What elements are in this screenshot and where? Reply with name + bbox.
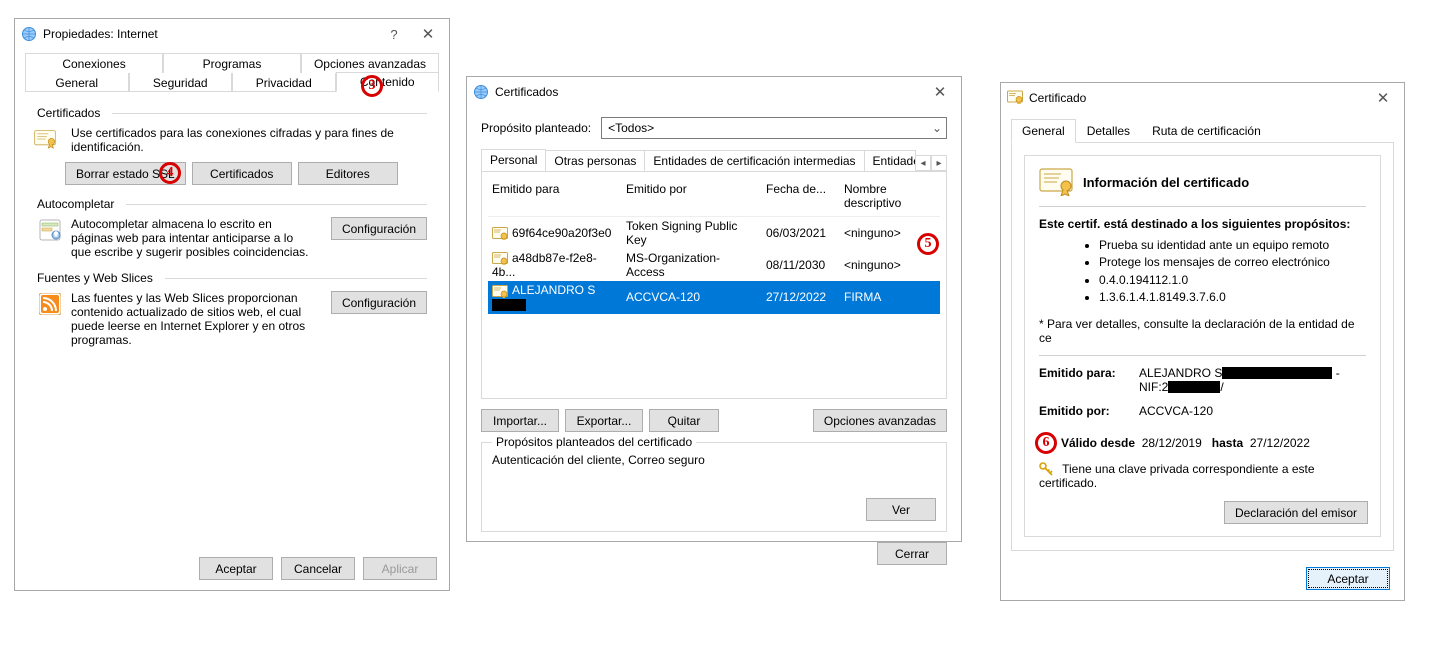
purposes-list: Prueba su identidad ante un equipo remot… xyxy=(1059,237,1366,307)
tab-opciones-avanzadas[interactable]: Opciones avanzadas xyxy=(301,53,439,73)
tab-conexiones[interactable]: Conexiones xyxy=(25,53,163,73)
purposes-text: Autenticación del cliente, Correo seguro xyxy=(492,453,936,467)
col-issued-to[interactable]: Emitido para xyxy=(488,180,622,212)
section-label-fuentes: Fuentes y Web Slices xyxy=(37,271,153,285)
titlebar: Certificados ✕ xyxy=(467,77,961,107)
globe-icon xyxy=(21,26,37,42)
certificados-desc: Use certificados para las conexiones cif… xyxy=(71,126,427,154)
tab-programas[interactable]: Programas xyxy=(163,53,301,73)
private-key-text: Tiene una clave privada correspondiente … xyxy=(1039,462,1315,491)
issued-to-value: ALEJANDRO S - NIF:2/ xyxy=(1139,366,1366,394)
callout-3: 3 xyxy=(361,75,383,97)
tab-detalles[interactable]: Detalles xyxy=(1076,119,1141,142)
titlebar: Propiedades: Internet ? ✕ xyxy=(15,19,449,49)
key-icon xyxy=(1039,462,1053,476)
remove-button[interactable]: Quitar xyxy=(649,409,719,432)
export-button[interactable]: Exportar... xyxy=(565,409,643,432)
tab-entidades-intermedias[interactable]: Entidades de certificación intermedias xyxy=(644,150,864,171)
autocompletar-desc: Autocompletar almacena lo escrito en pág… xyxy=(71,217,323,259)
tab-privacidad[interactable]: Privacidad xyxy=(232,72,336,92)
globe-icon xyxy=(473,84,489,100)
aplicar-button[interactable]: Aplicar xyxy=(363,557,437,580)
callout-5: 5 xyxy=(917,233,939,255)
certificate-icon xyxy=(1039,168,1073,196)
titlebar: Certificado ✕ xyxy=(1001,83,1404,113)
editores-button[interactable]: Editores xyxy=(298,162,398,185)
certificate-icon xyxy=(492,227,508,240)
aceptar-button[interactable]: Aceptar xyxy=(1306,567,1390,590)
issued-to-label: Emitido para: xyxy=(1039,366,1139,394)
certificate-icon xyxy=(1007,90,1023,107)
purposes-fieldset: Propósitos planteados del certificado Au… xyxy=(481,442,947,532)
tab-personal[interactable]: Personal xyxy=(481,149,546,171)
col-issued-by[interactable]: Emitido por xyxy=(622,180,762,212)
issued-by-value: ACCVCA-120 xyxy=(1139,404,1366,418)
tab-scroll-right[interactable]: ▸ xyxy=(931,155,947,171)
certificados-button[interactable]: Certificados xyxy=(192,162,292,185)
table-row[interactable]: a48db87e-f2e8-4b...MS-Organization-Acces… xyxy=(488,249,940,281)
col-friendly-name[interactable]: Nombre descriptivo xyxy=(840,180,940,212)
purpose-label: Propósito planteado: xyxy=(481,121,591,135)
certificate-icon xyxy=(492,285,508,298)
dest-label: Este certif. está destinado a los siguie… xyxy=(1039,217,1366,231)
import-button[interactable]: Importar... xyxy=(481,409,559,432)
tab-general[interactable]: General xyxy=(25,72,129,92)
window-title: Propiedades: Internet xyxy=(43,27,158,41)
autocompletar-config-button[interactable]: Configuración xyxy=(331,217,427,240)
aceptar-button[interactable]: Aceptar xyxy=(199,557,273,580)
close-button[interactable]: ✕ xyxy=(1366,87,1400,109)
close-button[interactable]: ✕ xyxy=(411,23,445,45)
internet-properties-window: Propiedades: Internet ? ✕ Conexiones Pro… xyxy=(14,18,450,591)
purpose-value: <Todos> xyxy=(608,121,654,135)
table-row[interactable]: ALEJANDRO SACCVCA-12027/12/2022FIRMA xyxy=(488,281,940,313)
close-button[interactable]: ✕ xyxy=(923,81,957,103)
advanced-button[interactable]: Opciones avanzadas xyxy=(813,409,947,432)
chevron-down-icon: ⌄ xyxy=(932,121,942,135)
section-label-autocompletar: Autocompletar xyxy=(37,197,114,211)
valid-to-value: 27/12/2022 xyxy=(1250,436,1310,450)
issuer-statement-button[interactable]: Declaración del emisor xyxy=(1224,501,1368,524)
list-header: Emitido para Emitido por Fecha de... Nom… xyxy=(488,176,940,217)
certificate-icon xyxy=(34,128,56,150)
tab-scroll-left[interactable]: ◂ xyxy=(915,155,931,171)
tab-otras-personas[interactable]: Otras personas xyxy=(545,150,645,171)
window-title: Certificado xyxy=(1029,91,1086,105)
rss-icon xyxy=(39,293,61,318)
valid-from-value: 28/12/2019 xyxy=(1142,436,1202,450)
fieldset-legend: Propósitos planteados del certificado xyxy=(492,435,696,449)
details-note: * Para ver detalles, consulte la declara… xyxy=(1039,317,1366,345)
tab-seguridad[interactable]: Seguridad xyxy=(129,72,233,92)
fuentes-config-button[interactable]: Configuración xyxy=(331,291,427,314)
callout-6: 6 xyxy=(1035,432,1057,454)
cert-info-title: Información del certificado xyxy=(1083,175,1249,190)
purpose-combo[interactable]: <Todos> ⌄ xyxy=(601,117,947,139)
tab-entidades-raiz[interactable]: Entidades de certificaci xyxy=(864,150,916,171)
help-button[interactable]: ? xyxy=(377,23,411,45)
valid-to-label: hasta xyxy=(1212,436,1243,450)
table-row[interactable]: 69f64ce90a20f3e0Token Signing Public Key… xyxy=(488,217,940,249)
section-label-certificados: Certificados xyxy=(37,106,100,120)
tab-ruta[interactable]: Ruta de certificación xyxy=(1141,119,1272,142)
issued-by-label: Emitido por: xyxy=(1039,404,1139,418)
cancelar-button[interactable]: Cancelar xyxy=(281,557,355,580)
fuentes-desc: Las fuentes y las Web Slices proporciona… xyxy=(71,291,323,347)
certificate-icon xyxy=(492,252,508,265)
certificado-window: Certificado ✕ General Detalles Ruta de c… xyxy=(1000,82,1405,601)
certificate-list: Emitido para Emitido por Fecha de... Nom… xyxy=(481,171,947,399)
window-title: Certificados xyxy=(495,85,558,99)
col-date[interactable]: Fecha de... xyxy=(762,180,840,212)
view-button[interactable]: Ver xyxy=(866,498,936,521)
tab-general[interactable]: General xyxy=(1011,119,1076,143)
callout-4: 4 xyxy=(159,162,181,184)
valid-from-label: Válido desde xyxy=(1061,436,1135,450)
tab-contenido[interactable]: Contenido xyxy=(336,72,440,92)
certificados-window: Certificados ✕ Propósito planteado: <Tod… xyxy=(466,76,962,542)
close-dialog-button[interactable]: Cerrar xyxy=(877,542,947,565)
form-icon xyxy=(39,219,61,244)
